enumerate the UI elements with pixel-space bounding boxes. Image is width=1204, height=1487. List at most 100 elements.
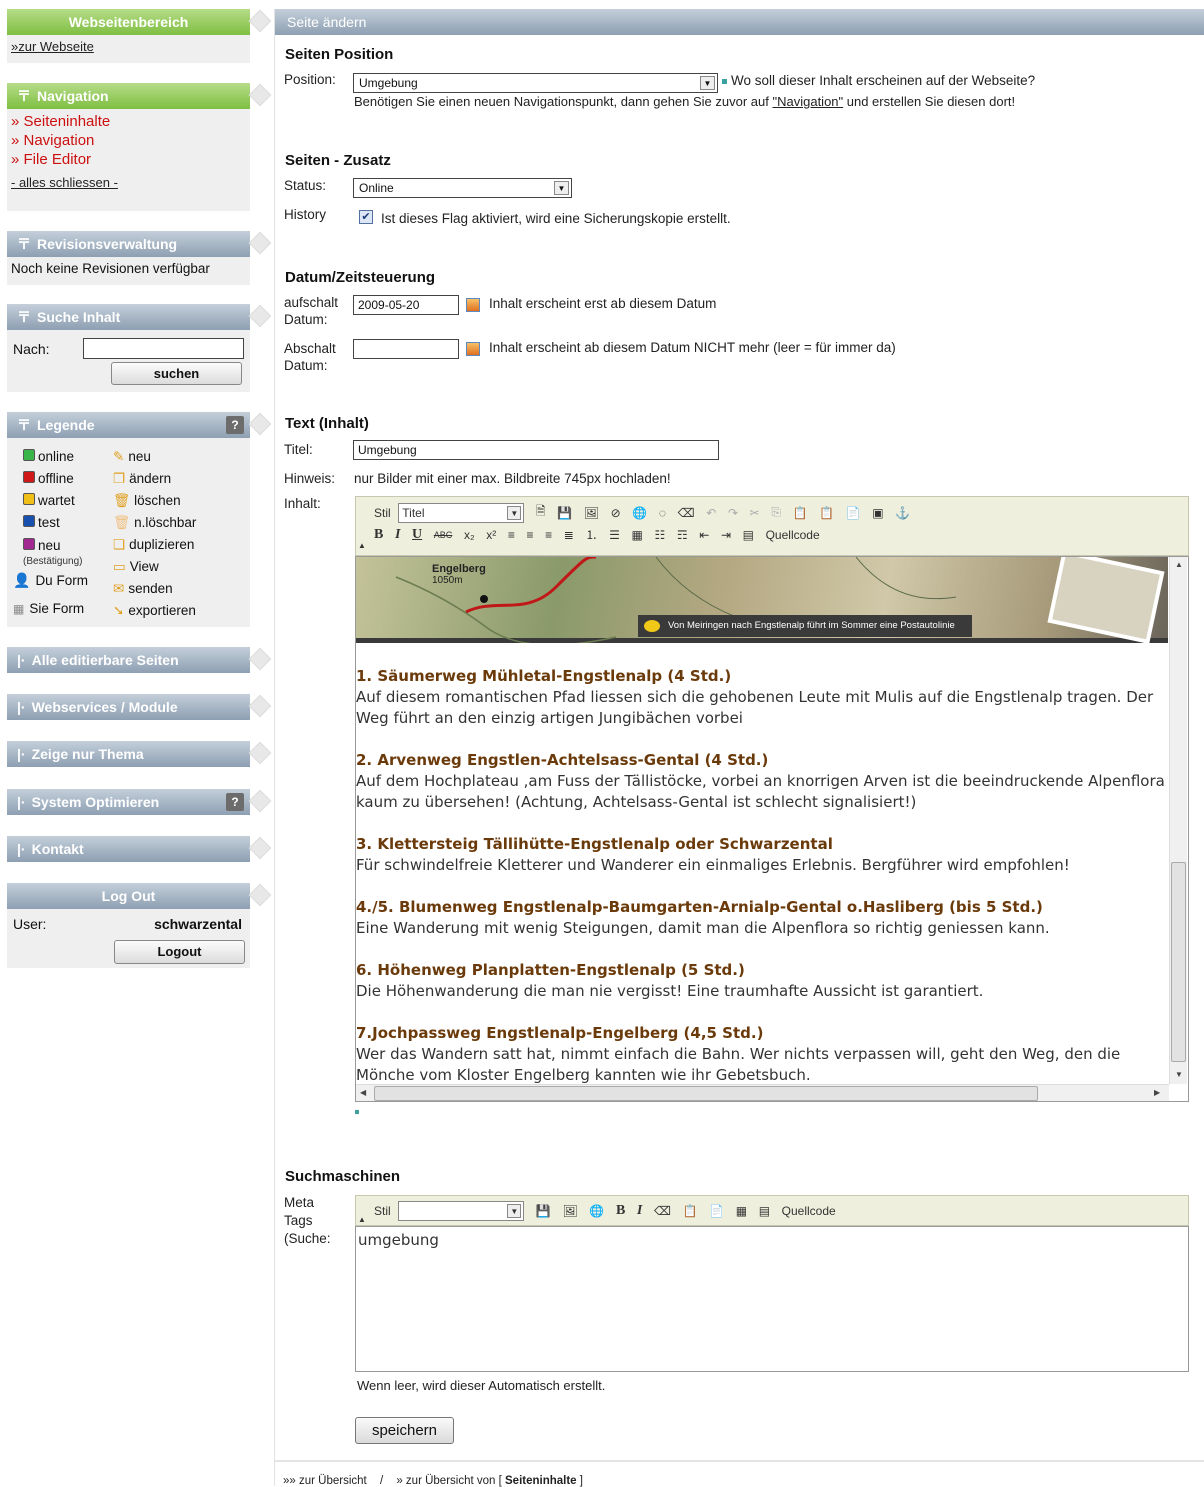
meta-tags-editor[interactable]: umgebung [355, 1226, 1189, 1372]
collapse-diamond-icon[interactable] [248, 694, 272, 718]
resize-dot-icon[interactable] [355, 1110, 359, 1114]
eraser-icon[interactable]: ⌫ [654, 1204, 671, 1218]
search-input[interactable] [83, 338, 244, 359]
box-optimieren[interactable]: |· System Optimieren? [7, 789, 250, 815]
chevron-down-icon[interactable]: ▼ [554, 181, 569, 195]
align-center-icon[interactable]: ≡ [527, 528, 534, 542]
save-icon[interactable]: 💾 [557, 506, 572, 520]
cut-icon[interactable]: ✂ [750, 506, 760, 520]
chevron-down-icon[interactable]: ▼ [700, 76, 715, 90]
select-all-icon[interactable]: ▣ [872, 506, 883, 520]
link-icon[interactable]: 🌐 [589, 1204, 604, 1218]
collapse-diamond-icon[interactable] [248, 741, 272, 765]
table-icon[interactable]: ▦ [632, 528, 643, 542]
unlink-icon[interactable]: ◌ [659, 506, 666, 520]
nav-file-editor[interactable]: » File Editor [7, 150, 250, 169]
collapse-diamond-icon[interactable] [248, 836, 272, 860]
paste-text-icon[interactable]: 📋 [819, 506, 834, 520]
link-icon[interactable]: 🌐 [632, 506, 647, 520]
paste-icon[interactable]: 📋 [793, 506, 808, 520]
eraser-icon[interactable]: ⌫ [678, 506, 695, 520]
box-alle[interactable]: |· Alle editierbare Seiten [7, 647, 250, 673]
copy-icon[interactable]: ⎘ [771, 505, 781, 520]
image-icon[interactable]: 🖼 [563, 1204, 578, 1218]
link-uebersicht-seiteninhalte[interactable]: » zur Übersicht von [ Seiteninhalte ] [396, 1475, 583, 1487]
help-icon[interactable]: ? [226, 793, 244, 811]
align-right-icon[interactable]: ≡ [545, 528, 552, 542]
bold-icon[interactable]: B [374, 527, 383, 543]
redo-icon[interactable]: ↷ [728, 506, 738, 520]
titel-input[interactable]: Umgebung [353, 440, 719, 460]
editor-hscrollbar[interactable]: ◀ ▶ [356, 1084, 1169, 1101]
position-select[interactable]: Umgebung ▼ [353, 73, 718, 93]
calendar-icon[interactable] [466, 298, 480, 312]
scroll-down-icon[interactable]: ▼ [1175, 1070, 1183, 1079]
editor-content[interactable]: Engelberg 1050m Von Meiringen nach Engst… [355, 556, 1189, 1102]
paste-icon[interactable]: 📋 [683, 1204, 698, 1218]
help-icon[interactable]: ? [226, 416, 244, 434]
hr-icon[interactable]: ☷ [654, 528, 665, 542]
chevron-down-icon[interactable]: ▼ [507, 505, 522, 520]
strikethrough-icon[interactable]: ABC [434, 530, 453, 540]
scroll-left-icon[interactable]: ◀ [360, 1088, 366, 1097]
editor-vscrollbar[interactable]: ▲ ▼ [1169, 557, 1187, 1084]
collapse-toolbar-icon[interactable]: ▲ [358, 541, 366, 550]
ordered-list-icon[interactable]: ⒈ [585, 526, 597, 543]
indent-icon[interactable]: ⇥ [721, 528, 731, 542]
collapse-diamond-icon[interactable] [248, 231, 272, 255]
search-button[interactable]: suchen [111, 362, 242, 385]
collapse-diamond-icon[interactable] [248, 83, 272, 107]
anchor-icon[interactable]: ⚓ [895, 506, 910, 520]
history-checkbox[interactable]: ✔ [359, 210, 373, 224]
undo-icon[interactable]: ↶ [706, 506, 716, 520]
image-icon[interactable]: 🖼 [584, 506, 599, 520]
align-left-icon[interactable]: ≡ [508, 528, 515, 542]
scroll-up-icon[interactable]: ▲ [1175, 560, 1183, 569]
save-button[interactable]: speichern [355, 1417, 454, 1444]
collapse-diamond-icon[interactable] [248, 304, 272, 328]
hr2-icon[interactable]: ☶ [677, 528, 688, 542]
box-kontakt[interactable]: |· Kontakt [7, 836, 250, 862]
collapse-diamond-icon[interactable] [248, 647, 272, 671]
source-icon[interactable]: ▤ [759, 1204, 770, 1218]
navigation-link[interactable]: "Navigation" [772, 94, 843, 109]
calendar-icon[interactable] [466, 342, 480, 356]
abschalt-date-input[interactable] [353, 339, 459, 359]
paste-word-icon[interactable]: 📄 [846, 506, 861, 520]
underline-icon[interactable]: U [412, 527, 422, 543]
nav-navigation[interactable]: » Navigation [7, 131, 250, 150]
link-alles-schliessen[interactable]: - alles schliessen - [7, 169, 250, 194]
vscroll-thumb[interactable] [1171, 862, 1186, 1062]
source-label[interactable]: Quellcode [766, 528, 820, 542]
italic-icon[interactable]: I [395, 527, 400, 543]
justify-icon[interactable]: ≣ [564, 528, 574, 542]
status-select[interactable]: Online ▼ [353, 178, 572, 198]
flash-icon[interactable]: ⊘ [611, 506, 621, 520]
chevron-down-icon[interactable]: ▼ [507, 1204, 522, 1218]
collapse-diamond-icon[interactable] [248, 789, 272, 813]
box-webservices[interactable]: |· Webservices / Module [7, 694, 250, 720]
collapse-diamond-icon[interactable] [248, 412, 272, 436]
source-label[interactable]: Quellcode [782, 1204, 836, 1218]
aufschalt-date-input[interactable]: 2009-05-20 [353, 295, 459, 315]
paste-word-icon[interactable]: 📄 [709, 1204, 724, 1218]
superscript-icon[interactable]: x² [486, 528, 496, 542]
bold-icon[interactable]: B [616, 1203, 625, 1219]
meta-stil-select[interactable]: ▼ [398, 1201, 525, 1221]
link-uebersicht[interactable]: »» zur Übersicht [283, 1475, 367, 1487]
collapse-toolbar-icon[interactable]: ▲ [358, 1215, 366, 1224]
logout-button[interactable]: Logout [114, 940, 245, 964]
collapse-diamond-icon[interactable] [248, 883, 272, 907]
source-icon[interactable]: ▤ [743, 528, 754, 542]
box-thema[interactable]: |· Zeige nur Thema [7, 741, 250, 767]
stil-select[interactable]: Titel ▼ [398, 502, 525, 523]
hscroll-thumb[interactable] [374, 1086, 1038, 1101]
save-icon[interactable]: 💾 [536, 1204, 551, 1218]
table-icon[interactable]: ▦ [736, 1204, 747, 1218]
collapse-diamond-icon[interactable] [248, 9, 272, 33]
link-zur-webseite[interactable]: »zur Webseite [7, 35, 250, 58]
italic-icon[interactable]: I [637, 1203, 642, 1219]
document-icon[interactable]: 🗎 [536, 502, 546, 523]
nav-seiteninhalte[interactable]: » Seiteninhalte [7, 112, 250, 131]
scroll-right-icon[interactable]: ▶ [1154, 1088, 1160, 1097]
